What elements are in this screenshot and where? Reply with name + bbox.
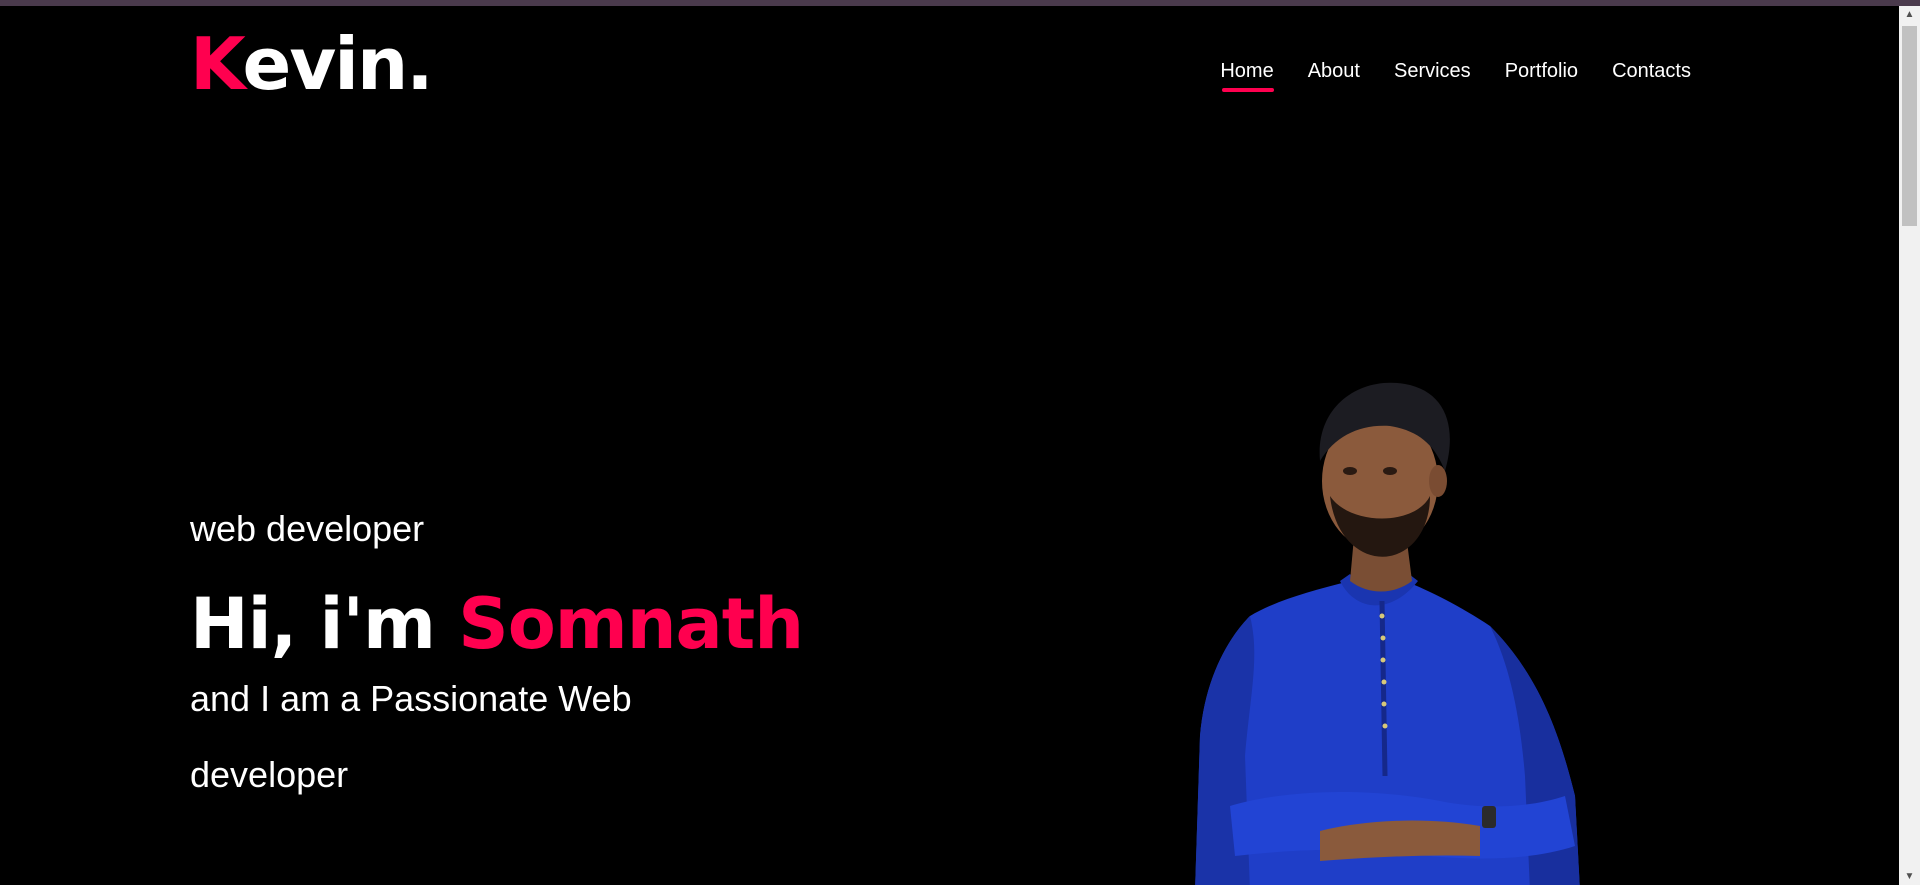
profile-portrait	[1195, 382, 1580, 885]
hero-tagline: and I am a Passionate Web developer	[190, 678, 632, 795]
nav-item-portfolio[interactable]: Portfolio	[1505, 60, 1578, 82]
logo-initial: K	[190, 22, 245, 106]
logo-text: evin.	[242, 22, 434, 106]
scrollbar-thumb[interactable]	[1902, 26, 1917, 226]
hero-role: web developer	[190, 508, 425, 549]
site-logo[interactable]: Kevin.	[190, 28, 434, 100]
page: Kevin. Home About Services Portfolio Con…	[0, 6, 1899, 885]
hero-headline: Hi, i'm Somnath	[190, 589, 804, 659]
nav-item-home[interactable]: Home	[1220, 60, 1275, 92]
scroll-up-icon[interactable]: ▲	[1899, 6, 1920, 23]
hero-name: Somnath	[458, 583, 804, 665]
page-scrollbar[interactable]: ▲ ▼	[1899, 6, 1920, 885]
nav-item-services[interactable]: Services	[1394, 60, 1471, 82]
scroll-down-icon[interactable]: ▼	[1899, 868, 1920, 885]
nav-item-about[interactable]: About	[1308, 60, 1360, 82]
nav-item-contacts[interactable]: Contacts	[1612, 60, 1691, 82]
hero-greeting: Hi, i'm	[190, 583, 436, 665]
main-nav: Home About Services Portfolio Contacts	[1220, 60, 1691, 92]
hero-section: web developer Hi, i'm Somnath and I am a…	[190, 508, 804, 813]
